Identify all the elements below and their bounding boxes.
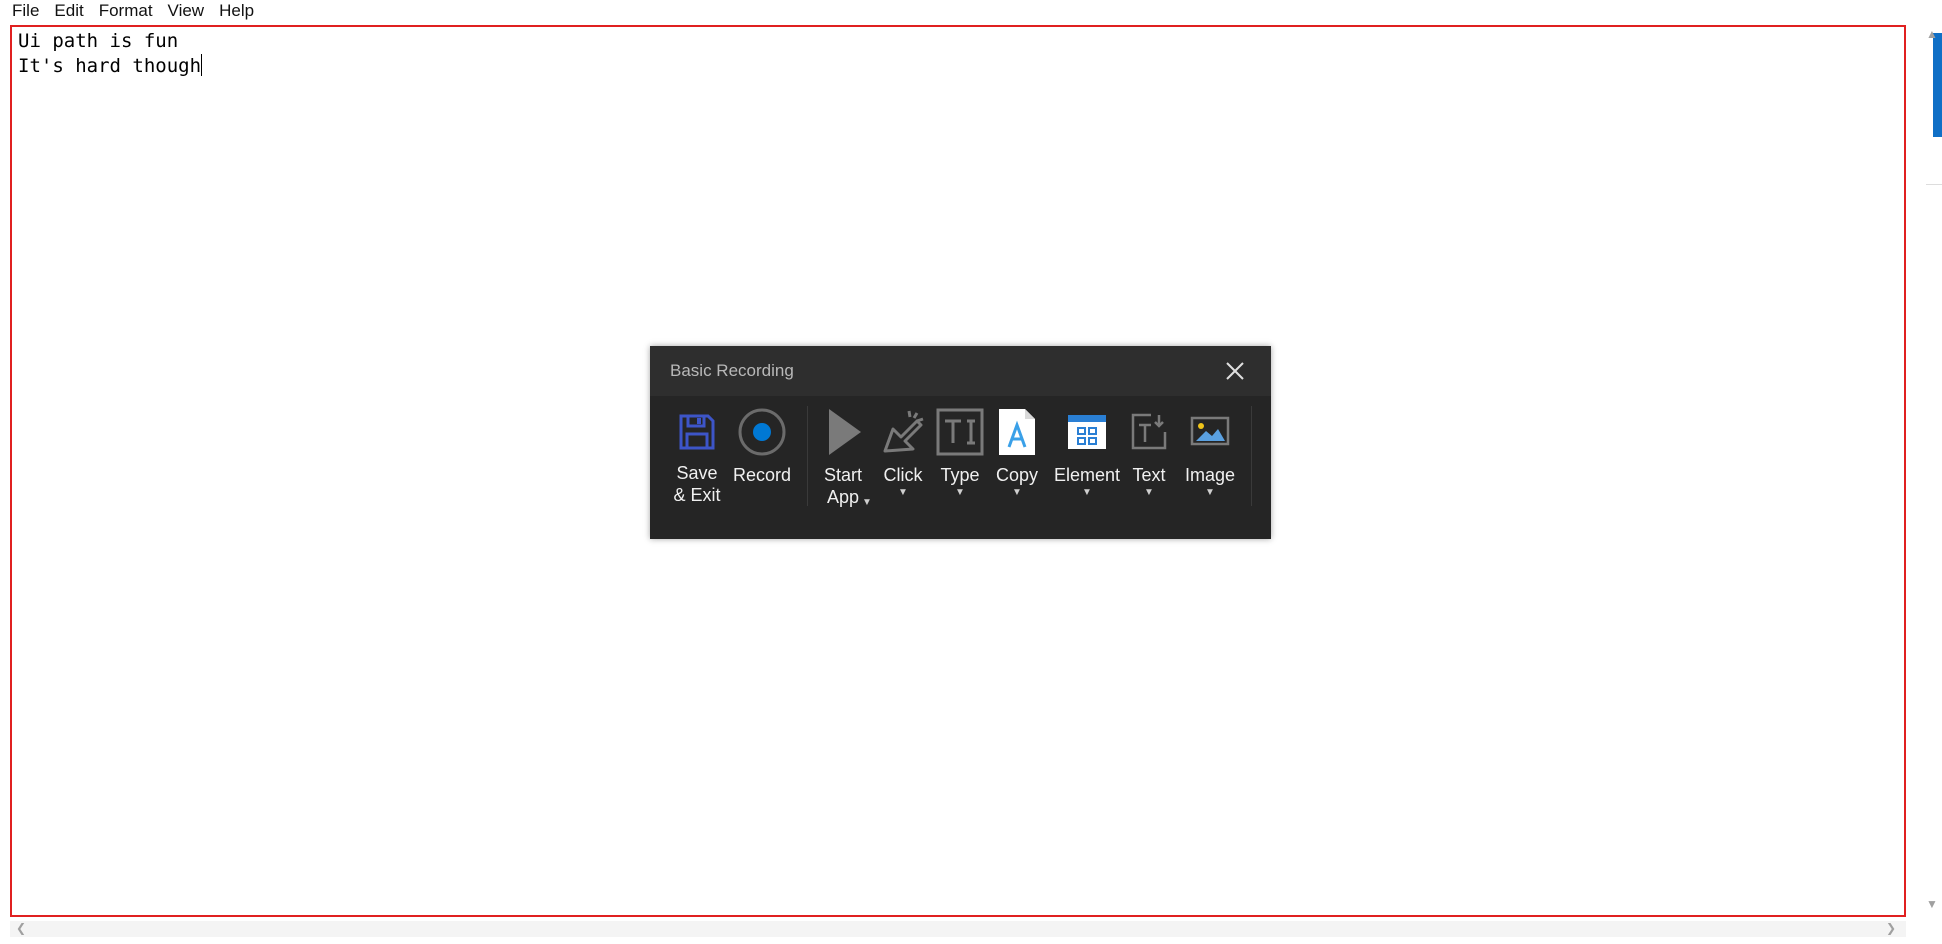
type-label: Type bbox=[940, 465, 980, 485]
basic-recording-toolbar: Basic Recording Save & Exit Record Start… bbox=[650, 346, 1271, 539]
play-icon bbox=[817, 406, 869, 458]
text-dropdown-icon[interactable]: ▼ bbox=[1144, 488, 1154, 498]
recorder-header[interactable]: Basic Recording bbox=[650, 346, 1271, 396]
element-dropdown-icon[interactable]: ▼ bbox=[1082, 488, 1092, 498]
recorder-title: Basic Recording bbox=[670, 361, 794, 380]
text-label: Text bbox=[1132, 465, 1166, 485]
editor-line-2: It's hard though bbox=[18, 55, 202, 77]
toolbar-separator bbox=[807, 406, 808, 506]
scroll-down-icon[interactable]: ▼ bbox=[1926, 897, 1938, 911]
text-button[interactable]: Text ▼ bbox=[1124, 406, 1174, 526]
scroll-right-icon[interactable]: ❯ bbox=[1886, 921, 1896, 935]
record-button[interactable]: Record bbox=[730, 406, 794, 526]
save-exit-label: Save & Exit bbox=[673, 463, 721, 505]
image-dropdown-icon[interactable]: ▼ bbox=[1205, 488, 1215, 498]
record-icon bbox=[736, 406, 788, 458]
menu-view[interactable]: View bbox=[168, 1, 205, 21]
text-action-icon bbox=[1123, 406, 1175, 458]
close-button[interactable] bbox=[1222, 358, 1248, 384]
type-button[interactable]: Type ▼ bbox=[935, 406, 985, 526]
floppy-disk-icon bbox=[671, 406, 723, 458]
image-button[interactable]: Image ▼ bbox=[1182, 406, 1238, 526]
divider bbox=[1926, 184, 1942, 185]
text-caret bbox=[201, 54, 203, 76]
scroll-left-icon[interactable]: ❮ bbox=[16, 921, 26, 935]
menu-help[interactable]: Help bbox=[219, 1, 254, 21]
vertical-scroll-thumb[interactable] bbox=[1933, 33, 1942, 137]
close-icon bbox=[1226, 362, 1244, 380]
start-app-button[interactable]: Start App bbox=[818, 406, 868, 526]
cursor-click-icon bbox=[877, 406, 929, 458]
record-label: Record bbox=[732, 465, 792, 485]
element-button[interactable]: Element ▼ bbox=[1052, 406, 1122, 526]
text-type-icon bbox=[934, 406, 986, 458]
editor-content[interactable]: Ui path is fun It's hard though bbox=[18, 29, 203, 79]
click-button[interactable]: Click ▼ bbox=[878, 406, 928, 526]
horizontal-scrollbar[interactable]: ❮ ❯ bbox=[10, 921, 1906, 937]
copy-document-icon bbox=[991, 406, 1043, 458]
element-label: Element bbox=[1053, 465, 1121, 485]
start-app-dropdown-icon[interactable]: ▼ bbox=[862, 498, 872, 508]
start-app-label: Start App bbox=[823, 465, 862, 507]
element-window-icon bbox=[1061, 406, 1113, 458]
click-label: Click bbox=[883, 465, 923, 485]
vertical-scrollbar[interactable]: ▲ ▼ bbox=[1926, 25, 1942, 917]
scroll-up-icon[interactable]: ▲ bbox=[1926, 27, 1938, 41]
menu-file[interactable]: File bbox=[12, 1, 39, 21]
copy-label: Copy bbox=[995, 465, 1039, 485]
type-dropdown-icon[interactable]: ▼ bbox=[955, 488, 965, 498]
toolbar-separator-end bbox=[1251, 406, 1252, 506]
image-icon bbox=[1184, 406, 1236, 458]
save-exit-button[interactable]: Save & Exit bbox=[672, 406, 722, 526]
click-dropdown-icon[interactable]: ▼ bbox=[898, 488, 908, 498]
editor-line-1: Ui path is fun bbox=[18, 30, 179, 52]
menu-bar: File Edit Format View Help bbox=[0, 0, 1942, 22]
image-label: Image bbox=[1184, 465, 1236, 485]
menu-format[interactable]: Format bbox=[99, 1, 153, 21]
copy-dropdown-icon[interactable]: ▼ bbox=[1012, 488, 1022, 498]
menu-edit[interactable]: Edit bbox=[54, 1, 83, 21]
copy-button[interactable]: Copy ▼ bbox=[992, 406, 1042, 526]
